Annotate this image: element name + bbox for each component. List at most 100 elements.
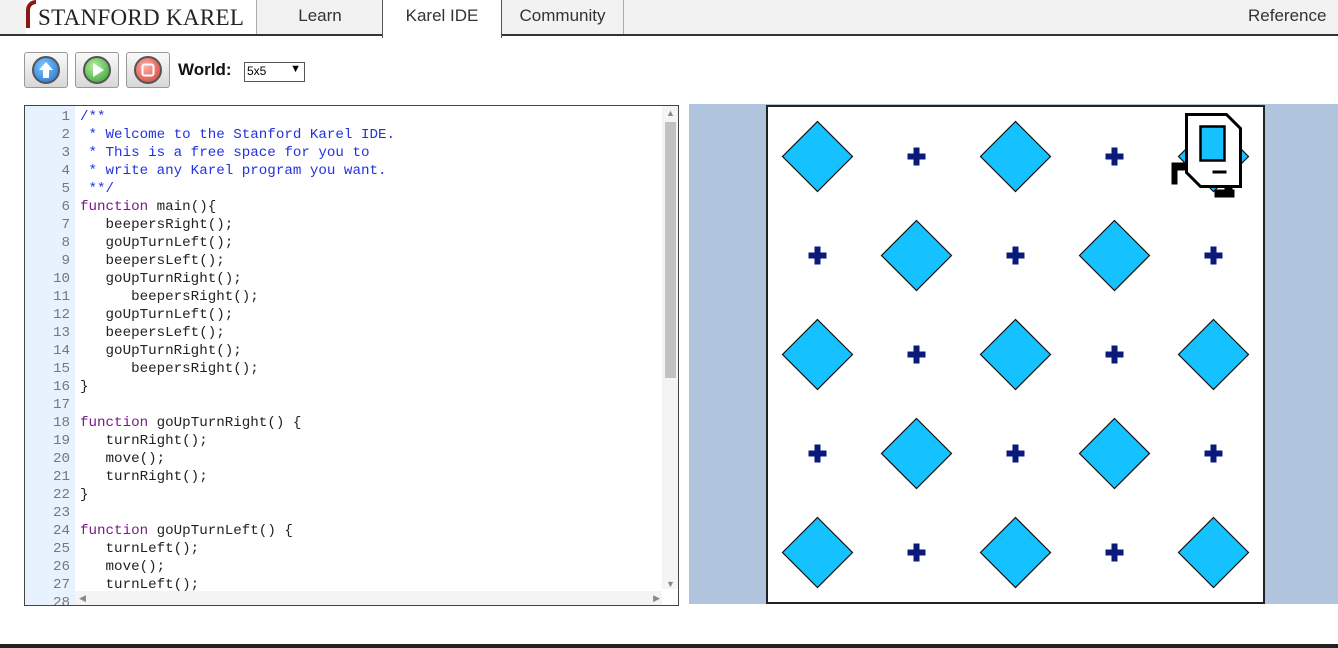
- code-line[interactable]: 17: [25, 396, 665, 414]
- code-line[interactable]: 8 goUpTurnLeft();: [25, 234, 665, 252]
- code-text: goUpTurnLeft();: [80, 235, 234, 251]
- code-text: function goUpTurnRight() {: [80, 415, 302, 431]
- code-line[interactable]: 7 beepersRight();: [25, 216, 665, 234]
- code-text: beepersLeft();: [80, 325, 225, 341]
- code-line[interactable]: 26 move();: [25, 558, 665, 576]
- beeper-icon: [979, 120, 1052, 193]
- code-line[interactable]: 13 beepersLeft();: [25, 324, 665, 342]
- code-text: function goUpTurnLeft() {: [80, 523, 293, 539]
- corner-marker-icon: [1105, 543, 1124, 562]
- code-line[interactable]: 21 turnRight();: [25, 468, 665, 486]
- tab-reference[interactable]: Reference: [1248, 0, 1338, 34]
- code-text: turnLeft();: [80, 541, 200, 557]
- line-number: 26: [52, 559, 70, 575]
- line-number: 5: [61, 181, 70, 197]
- stanford-karel-logo[interactable]: STANFORD KAREL: [26, 0, 257, 34]
- scroll-down-arrow-icon[interactable]: ▼: [666, 579, 675, 589]
- world-label: World:: [178, 60, 232, 79]
- code-line[interactable]: 20 move();: [25, 450, 665, 468]
- line-number: 17: [52, 397, 70, 413]
- tab-learn[interactable]: Learn: [258, 0, 382, 34]
- corner-marker-icon: [808, 246, 827, 265]
- code-text: goUpTurnRight();: [80, 343, 242, 359]
- code-line[interactable]: 11 beepersRight();: [25, 288, 665, 306]
- code-line[interactable]: 2 * Welcome to the Stanford Karel IDE.: [25, 126, 665, 144]
- horizontal-scrollbar[interactable]: ◀ ▶: [75, 591, 664, 605]
- beeper-icon: [979, 318, 1052, 391]
- keyword: function: [80, 523, 149, 539]
- up-button[interactable]: [24, 52, 68, 88]
- scrollbar-corner: [662, 589, 678, 605]
- corner-marker-icon: [907, 147, 926, 166]
- tab-karel-ide[interactable]: Karel IDE: [382, 0, 502, 38]
- line-number: 20: [52, 451, 70, 467]
- line-number: 23: [52, 505, 70, 521]
- code-text: turnRight();: [80, 433, 208, 449]
- beeper-icon: [1078, 219, 1151, 292]
- world-select[interactable]: 5x5 ▼: [244, 62, 305, 82]
- code-line[interactable]: 15 beepersRight();: [25, 360, 665, 378]
- play-triangle-icon: [93, 63, 104, 77]
- code-line[interactable]: 25 turnLeft();: [25, 540, 665, 558]
- code-line[interactable]: 18 function goUpTurnRight() {: [25, 414, 665, 432]
- code-text: goUpTurnLeft();: [80, 307, 234, 323]
- vertical-scrollbar[interactable]: ▲ ▼: [662, 106, 678, 591]
- line-number: 9: [61, 253, 70, 269]
- logo-text: STANFORD KAREL: [38, 5, 245, 30]
- code-text: beepersRight();: [80, 289, 259, 305]
- line-number: 19: [52, 433, 70, 449]
- code-text: beepersRight();: [80, 217, 234, 233]
- line-number: 2: [61, 127, 70, 143]
- line-number: 1: [61, 109, 70, 125]
- code-line[interactable]: 9 beepersLeft();: [25, 252, 665, 270]
- code-lines: 1/** 2 * Welcome to the Stanford Karel ID…: [25, 108, 665, 605]
- code-text: beepersLeft();: [80, 253, 225, 269]
- code-line[interactable]: 22}: [25, 486, 665, 504]
- beeper-icon: [880, 219, 953, 292]
- line-number: 27: [52, 577, 70, 593]
- code-line[interactable]: 4 * write any Karel program you want.: [25, 162, 665, 180]
- run-button[interactable]: [75, 52, 119, 88]
- code-text: function main(){: [80, 199, 217, 215]
- code-text: turnRight();: [80, 469, 208, 485]
- code-text: **/: [80, 181, 115, 197]
- code-text: goUpTurnRight();: [80, 271, 242, 287]
- code-text: move();: [80, 559, 166, 575]
- tab-community[interactable]: Community: [502, 0, 624, 34]
- scroll-right-arrow-icon[interactable]: ▶: [653, 593, 660, 604]
- code-line[interactable]: 6 function main(){: [25, 198, 665, 216]
- code-text: move();: [80, 451, 166, 467]
- world-grid: [781, 113, 1250, 589]
- line-number: 3: [61, 145, 70, 161]
- scroll-up-arrow-icon[interactable]: ▲: [666, 108, 675, 118]
- beeper-icon: [880, 417, 953, 490]
- code-text: }: [80, 379, 89, 395]
- line-number: 12: [52, 307, 70, 323]
- chevron-down-icon: ▼: [290, 63, 301, 75]
- line-number: 6: [61, 199, 70, 215]
- scroll-left-arrow-icon[interactable]: ◀: [79, 593, 86, 604]
- code-editor[interactable]: 1/** 2 * Welcome to the Stanford Karel ID…: [24, 105, 679, 606]
- line-number: 15: [52, 361, 70, 377]
- code-line[interactable]: 12 goUpTurnLeft();: [25, 306, 665, 324]
- line-number: 21: [52, 469, 70, 485]
- code-line[interactable]: 16}: [25, 378, 665, 396]
- corner-marker-icon: [1006, 246, 1025, 265]
- beeper-icon: [1177, 516, 1250, 589]
- scrollbar-thumb[interactable]: [665, 122, 676, 378]
- code-line[interactable]: 23: [25, 504, 665, 522]
- up-arrow-icon: [39, 62, 53, 78]
- keyword: function: [80, 199, 149, 215]
- corner-marker-icon: [808, 444, 827, 463]
- code-line[interactable]: 5 **/: [25, 180, 665, 198]
- code-line[interactable]: 14 goUpTurnRight();: [25, 342, 665, 360]
- code-line[interactable]: 10 goUpTurnRight();: [25, 270, 665, 288]
- line-number: 4: [61, 163, 70, 179]
- code-line[interactable]: 1 /**: [25, 108, 665, 126]
- stop-button[interactable]: [126, 52, 170, 88]
- code-line[interactable]: 24 function goUpTurnLeft() {: [25, 522, 665, 540]
- corner-marker-icon: [1105, 147, 1124, 166]
- code-line[interactable]: 19 turnRight();: [25, 432, 665, 450]
- code-line[interactable]: 3 * This is a free space for you to: [25, 144, 665, 162]
- line-number: 16: [52, 379, 70, 395]
